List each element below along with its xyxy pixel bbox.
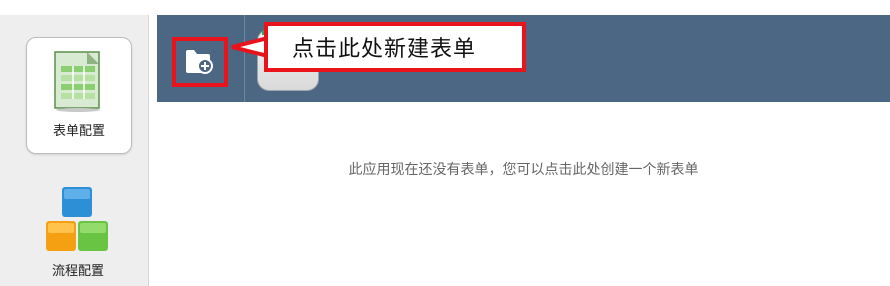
sidebar-item-label: 流程配置 xyxy=(51,264,104,279)
new-form-callout: 点击此处新建表单 xyxy=(264,22,526,72)
toolbar-divider xyxy=(244,15,245,102)
process-blocks-icon xyxy=(46,187,108,251)
sidebar-item-form-config[interactable]: 表单配置 xyxy=(26,37,132,154)
sidebar: 表单配置 流程配置 xyxy=(0,15,149,286)
folder-add-icon[interactable] xyxy=(184,47,214,75)
top-border xyxy=(0,0,890,15)
sidebar-item-label: 表单配置 xyxy=(52,124,105,139)
sidebar-item-process-config[interactable]: 流程配置 xyxy=(26,185,130,286)
empty-state-message[interactable]: 此应用现在还没有表单，您可以点击此处创建一个新表单 xyxy=(157,159,890,179)
app-window: 表单配置 流程配置 点击此处新建表单 此应用现在还没有表单，您可以点击此处创建一… xyxy=(0,0,890,286)
form-sheet-icon xyxy=(54,51,100,112)
